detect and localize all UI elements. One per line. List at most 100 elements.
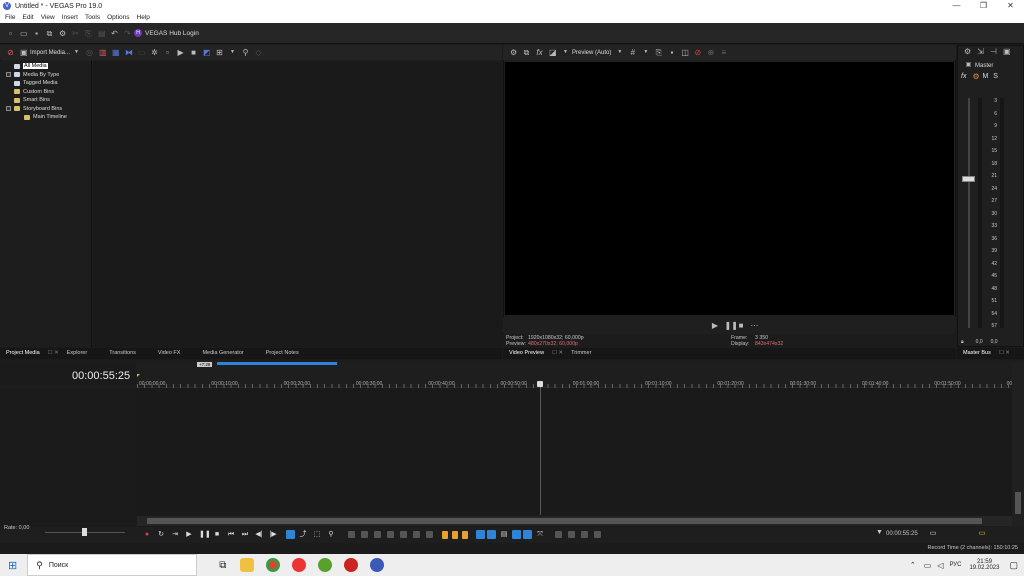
copy-snapshot-icon[interactable]: ⎘ [655, 49, 662, 57]
snapshot-icon[interactable]: ✲ [151, 49, 158, 57]
scopes-icon[interactable]: ◫ [681, 49, 689, 57]
menu-view[interactable]: View [41, 14, 55, 21]
ignore-grouping-icon[interactable] [523, 530, 532, 539]
preview-pause-icon[interactable]: ❚❚ [725, 321, 738, 329]
next-frame-icon[interactable]: |▶ [269, 531, 277, 539]
timeline-horizontal-scrollbar[interactable] [137, 516, 1012, 526]
tab-video-fx[interactable]: Video FX [154, 348, 185, 359]
cut-icon[interactable]: ✂ [72, 29, 79, 37]
search-icon[interactable]: ⚲ [242, 49, 249, 57]
tab-video-preview[interactable]: Video Preview [505, 348, 548, 359]
tab-explorer[interactable]: Explorer [63, 348, 91, 359]
master-fx-button[interactable]: fx [961, 73, 966, 80]
tab-master-bus[interactable]: Master Bus [959, 348, 995, 359]
tray-expand-icon[interactable]: ⌃ [910, 561, 916, 569]
scroll-thumb[interactable] [1015, 492, 1021, 514]
overlays-grid-icon[interactable]: # [629, 49, 636, 57]
import-media-icon[interactable]: ▣ [20, 49, 28, 57]
preview-settings-gear-icon[interactable]: ⚙ [510, 49, 517, 57]
menu-insert[interactable]: Insert [62, 14, 78, 21]
vegas-taskbar-icon[interactable] [370, 558, 385, 572]
loop-icon[interactable]: ↻ [157, 531, 165, 539]
chrome-icon[interactable] [266, 558, 281, 572]
auto-ripple-icon[interactable] [487, 530, 496, 539]
tab-trimmer[interactable]: Trimmer [567, 348, 595, 359]
playhead-handle[interactable] [537, 381, 543, 387]
yandex-browser-icon[interactable] [292, 558, 307, 572]
zoom-tool-icon[interactable]: ⚲ [327, 531, 335, 539]
import-media-button[interactable]: Import Media... [30, 50, 70, 56]
settings-gear-icon[interactable]: ⚙ [59, 29, 66, 37]
selection-tool-icon[interactable]: ⬚ [313, 531, 321, 539]
master-dim-icon[interactable]: ▣ [1003, 48, 1011, 56]
media-tree-item[interactable]: Tagged Media [6, 79, 91, 88]
play-icon[interactable]: ▶ [185, 531, 193, 539]
save-icon[interactable]: ▪ [33, 29, 40, 37]
taskbar-search-input[interactable]: Поиск [49, 562, 68, 569]
tab-project-media[interactable]: Project Media [2, 348, 44, 359]
import-dropdown-icon[interactable]: ▼ [73, 49, 80, 56]
tab-close-icon[interactable]: ☐ ✕ [995, 348, 1014, 359]
stop-icon[interactable]: ▫ [164, 49, 171, 57]
lock-envelopes-icon[interactable] [512, 530, 521, 539]
pause-icon[interactable]: ❚❚ [199, 531, 211, 539]
envelope-tool-icon[interactable]: ⤴ [299, 531, 307, 539]
ripple-mode-icon[interactable]: ▤ [500, 531, 508, 539]
preview-menu-icon[interactable]: ≡ [720, 49, 727, 57]
vegas-hub-login-button[interactable]: VEGAS Hub Login [145, 30, 199, 37]
tag-icon[interactable]: ◇ [255, 49, 262, 57]
volume-icon[interactable]: ◁ [937, 561, 943, 570]
selection-length-icon[interactable]: ▭ [929, 530, 937, 538]
stop-square-icon[interactable]: ■ [190, 49, 197, 57]
rate-slider-thumb[interactable] [82, 528, 87, 536]
menu-file[interactable]: File [5, 14, 15, 21]
video-fx-icon[interactable]: fx [536, 49, 543, 57]
save-snapshot-icon[interactable]: ▪ [668, 49, 675, 57]
open-folder-icon[interactable]: ▭ [20, 29, 28, 37]
media-tree-item[interactable]: All Media [6, 62, 91, 71]
media-fx-icon[interactable]: ▦ [112, 49, 120, 57]
taskbar-search[interactable]: ⚲ Поиск [27, 554, 198, 576]
media-link-icon[interactable]: ⧓ [125, 49, 133, 57]
paste-icon[interactable]: ▤ [98, 29, 106, 37]
new-file-icon[interactable]: ▫ [7, 29, 14, 37]
tab-media-generator[interactable]: Media Generator [198, 348, 247, 359]
snapping-icon[interactable] [476, 530, 485, 539]
media-tree-item[interactable]: Storyboard Bins [6, 105, 91, 114]
timeline-vertical-scrollbar[interactable] [1012, 362, 1024, 527]
split-screen-icon[interactable]: ◪ [549, 49, 557, 57]
utorrent-icon[interactable] [318, 558, 333, 572]
minimize-button[interactable]: — [943, 0, 970, 12]
network-icon[interactable]: ▭ [924, 561, 932, 570]
stop-icon[interactable]: ■ [213, 531, 221, 539]
render-icon[interactable]: ⧉ [46, 29, 53, 37]
preview-quality-arrow-icon[interactable]: ▼ [616, 49, 623, 56]
timeline-tracks[interactable] [0, 388, 1012, 515]
media-tree-item[interactable]: Media By Type [6, 71, 91, 80]
media-tree-item[interactable]: Smart Bins [6, 96, 91, 105]
master-solo-button[interactable]: S [993, 73, 998, 80]
preview-more-icon[interactable]: ⋯ [751, 321, 759, 329]
play-from-start-icon[interactable]: ⇥ [171, 531, 179, 539]
close-button[interactable]: ✕ [997, 0, 1024, 12]
media-tree-item[interactable]: Main Timeline [6, 113, 91, 122]
prev-frame-icon[interactable]: ◀| [255, 531, 263, 539]
maximize-button[interactable]: ❐ [970, 0, 997, 12]
marker-icon[interactable] [442, 530, 448, 539]
media-props-icon[interactable]: ▥ [99, 49, 107, 57]
undo-icon[interactable]: ↶ [111, 29, 118, 37]
play-icon[interactable]: ▶ [177, 49, 184, 57]
master-downmix-icon[interactable]: ⇲ [977, 48, 984, 56]
media-view-area[interactable] [93, 61, 502, 347]
menu-help[interactable]: Help [137, 14, 150, 21]
master-lock-icon[interactable]: 🔒︎ [961, 339, 964, 345]
menu-options[interactable]: Options [107, 14, 129, 21]
remove-media-icon[interactable]: ⊘ [7, 49, 14, 57]
external-monitor-icon[interactable]: ⧉ [523, 49, 530, 57]
loop-region-bar[interactable] [217, 362, 337, 365]
record-indicator-icon[interactable]: ⊘ [694, 49, 702, 57]
timeline-ruler[interactable]: +7:28 00:00:00;0000:00:10;0000:00:20;000… [137, 362, 1024, 388]
master-automation-icon[interactable]: ⚙ [972, 73, 979, 81]
preview-stop-icon[interactable]: ■ [738, 321, 745, 329]
tab-close-icon[interactable]: ☐ ✕ [44, 348, 63, 359]
